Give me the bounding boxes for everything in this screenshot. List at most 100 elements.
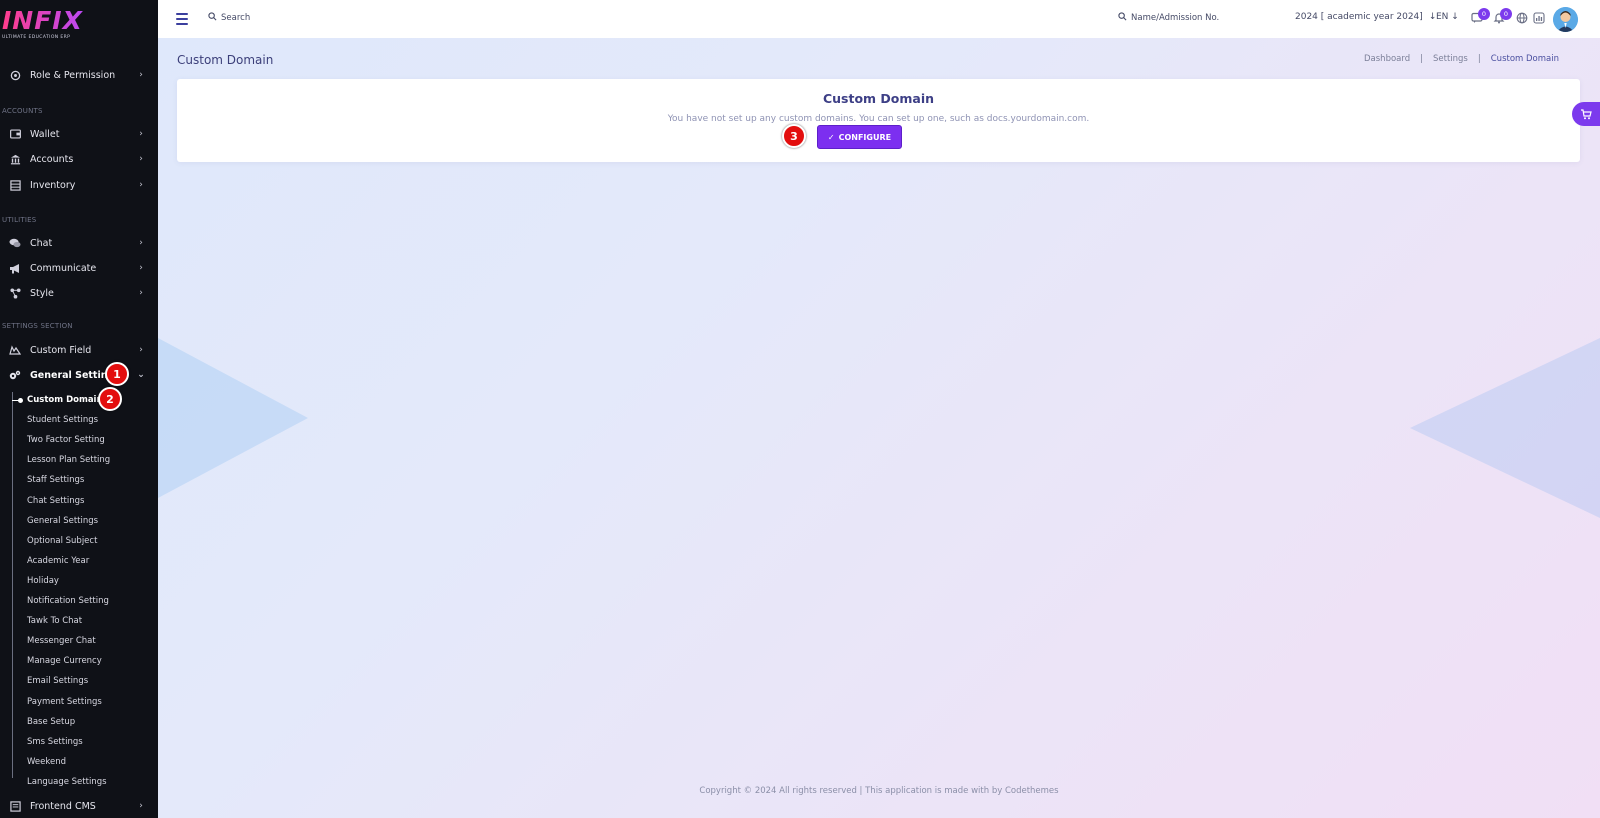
sidebar-item-inventory[interactable]: Inventory › (0, 174, 158, 196)
submenu-item-sms-settings[interactable]: Sms Settings (27, 735, 83, 749)
submenu-item-staff-settings[interactable]: Staff Settings (27, 473, 84, 487)
sidebar-item-label: Frontend CMS (30, 800, 96, 812)
hamburger-menu-icon[interactable] (176, 13, 188, 25)
bank-icon (8, 152, 22, 166)
chat-icon (8, 236, 22, 250)
submenu-item-lesson-plan-setting[interactable]: Lesson Plan Setting (27, 453, 110, 467)
breadcrumb-separator: | (1477, 54, 1481, 64)
search-icon (208, 12, 217, 24)
sidebar-item-chat[interactable]: Chat › (0, 232, 158, 254)
submenu-item-notification-setting[interactable]: Notification Setting (27, 594, 109, 608)
chevron-right-icon: › (139, 180, 143, 190)
breadcrumb-settings[interactable]: Settings (1433, 54, 1468, 64)
sidebar-item-accounts[interactable]: Accounts › (0, 148, 158, 170)
section-settings: SETTINGS SECTION (2, 322, 73, 330)
breadcrumb: Dashboard | Settings | Custom Domain (1364, 54, 1559, 64)
section-utilities: UTILITIES (2, 216, 37, 224)
custom-field-icon (8, 343, 22, 357)
logo[interactable]: INFIX ULTIMATE EDUCATION ERP (2, 8, 152, 44)
search-input[interactable]: Search (208, 12, 250, 24)
custom-domain-card: Custom Domain You have not set up any cu… (177, 79, 1580, 162)
chevron-down-icon: ⌄ (137, 370, 145, 380)
sidebar-item-style[interactable]: Style › (0, 282, 158, 304)
card-description: You have not set up any custom domains. … (667, 114, 1090, 124)
card-title: Custom Domain (822, 91, 935, 106)
sidebar-item-label: Accounts (30, 153, 74, 165)
megaphone-icon (8, 261, 22, 275)
submenu-item-manage-currency[interactable]: Manage Currency (27, 654, 102, 668)
inventory-icon (8, 178, 22, 192)
sidebar-item-label: Style (30, 287, 54, 299)
sidebar-item-label: Custom Field (30, 344, 92, 356)
sidebar-item-communicate[interactable]: Communicate › (0, 257, 158, 279)
submenu-item-language-settings[interactable]: Language Settings (27, 775, 107, 789)
configure-label: CONFIGURE (838, 132, 892, 142)
sidebar-item-label: Chat (30, 237, 53, 249)
academic-year-value: 2024 [ academic year 2024] (1295, 12, 1423, 22)
globe-icon[interactable] (1515, 12, 1529, 26)
cart-icon[interactable] (1572, 102, 1600, 126)
submenu-item-student-settings[interactable]: Student Settings (27, 413, 98, 427)
sidebar-item-role-permission[interactable]: Role & Permission › (0, 64, 158, 86)
submenu-item-tawk-to-chat[interactable]: Tawk To Chat (27, 614, 82, 628)
chevron-right-icon: › (139, 345, 143, 355)
logo-tagline: ULTIMATE EDUCATION ERP (2, 35, 71, 40)
submenu-item-holiday[interactable]: Holiday (27, 574, 59, 588)
chevron-right-icon: › (139, 154, 143, 164)
breadcrumb-dashboard[interactable]: Dashboard (1364, 54, 1410, 64)
search-placeholder: Search (221, 13, 251, 23)
submenu-tree-line (12, 392, 13, 778)
sidebar-item-custom-field[interactable]: Custom Field › (0, 339, 158, 361)
role-icon (8, 68, 22, 82)
student-search-input[interactable]: Name/Admission No. (1118, 12, 1219, 24)
breadcrumb-separator: | (1420, 54, 1423, 64)
configure-button[interactable]: ✓ CONFIGURE (817, 125, 902, 149)
submenu-item-weekend[interactable]: Weekend (27, 755, 66, 769)
sidebar: INFIX ULTIMATE EDUCATION ERP Role & Perm… (0, 0, 158, 818)
submenu-item-messenger-chat[interactable]: Messenger Chat (27, 634, 96, 648)
sidebar-item-label: Role & Permission (30, 69, 116, 81)
wallet-icon (8, 127, 22, 141)
submenu-item-general-settings[interactable]: General Settings (27, 514, 98, 528)
chart-icon[interactable] (1532, 12, 1546, 26)
logo-text: INFIX (2, 8, 152, 34)
page-title: Custom Domain (177, 53, 274, 67)
annotation-badge-3: 3 (782, 124, 806, 148)
background-decoration (158, 338, 308, 498)
background-decoration (1410, 338, 1600, 518)
message-count-badge: 0 (1478, 8, 1490, 20)
sidebar-item-general-settings[interactable]: General Settings ⌄ (0, 364, 158, 386)
arrow-down-icon: ↓ (1451, 12, 1459, 22)
chevron-right-icon: › (139, 801, 143, 811)
submenu-item-optional-subject[interactable]: Optional Subject (27, 534, 97, 548)
footer-copyright: Copyright © 2024 All rights reserved | T… (699, 786, 1059, 796)
chevron-right-icon: › (139, 70, 143, 80)
submenu-item-payment-settings[interactable]: Payment Settings (27, 695, 102, 709)
sidebar-item-frontend-cms[interactable]: Frontend CMS › (0, 795, 158, 817)
sidebar-item-label: Inventory (30, 179, 76, 191)
breadcrumb-current: Custom Domain (1490, 54, 1559, 64)
submenu-item-two-factor-setting[interactable]: Two Factor Setting (27, 433, 105, 447)
chevron-right-icon: › (139, 129, 143, 139)
cms-icon (8, 799, 22, 813)
submenu-item-email-settings[interactable]: Email Settings (27, 674, 88, 688)
submenu-active-dot (18, 398, 23, 403)
submenu-item-academic-year[interactable]: Academic Year (27, 554, 89, 568)
user-avatar[interactable] (1553, 7, 1578, 32)
language-select[interactable]: EN ↓ (1436, 12, 1459, 22)
check-icon: ✓ (827, 132, 835, 142)
search-icon (1118, 12, 1127, 24)
student-search-placeholder: Name/Admission No. (1131, 13, 1220, 23)
submenu-item-chat-settings[interactable]: Chat Settings (27, 494, 84, 508)
chevron-right-icon: › (139, 238, 143, 248)
annotation-badge-1: 1 (105, 362, 129, 386)
topbar: Search Name/Admission No. 2024 [ academi… (158, 0, 1600, 38)
sidebar-item-label: Wallet (30, 128, 60, 140)
sidebar-item-label: Communicate (30, 262, 97, 274)
chevron-right-icon: › (139, 288, 143, 298)
submenu-item-custom-domain[interactable]: Custom Domain (27, 393, 103, 407)
sidebar-item-wallet[interactable]: Wallet › (0, 123, 158, 145)
academic-year-select[interactable]: 2024 [ academic year 2024] ↓ (1295, 12, 1436, 22)
submenu-item-base-setup[interactable]: Base Setup (27, 715, 75, 729)
gears-icon (8, 368, 22, 382)
